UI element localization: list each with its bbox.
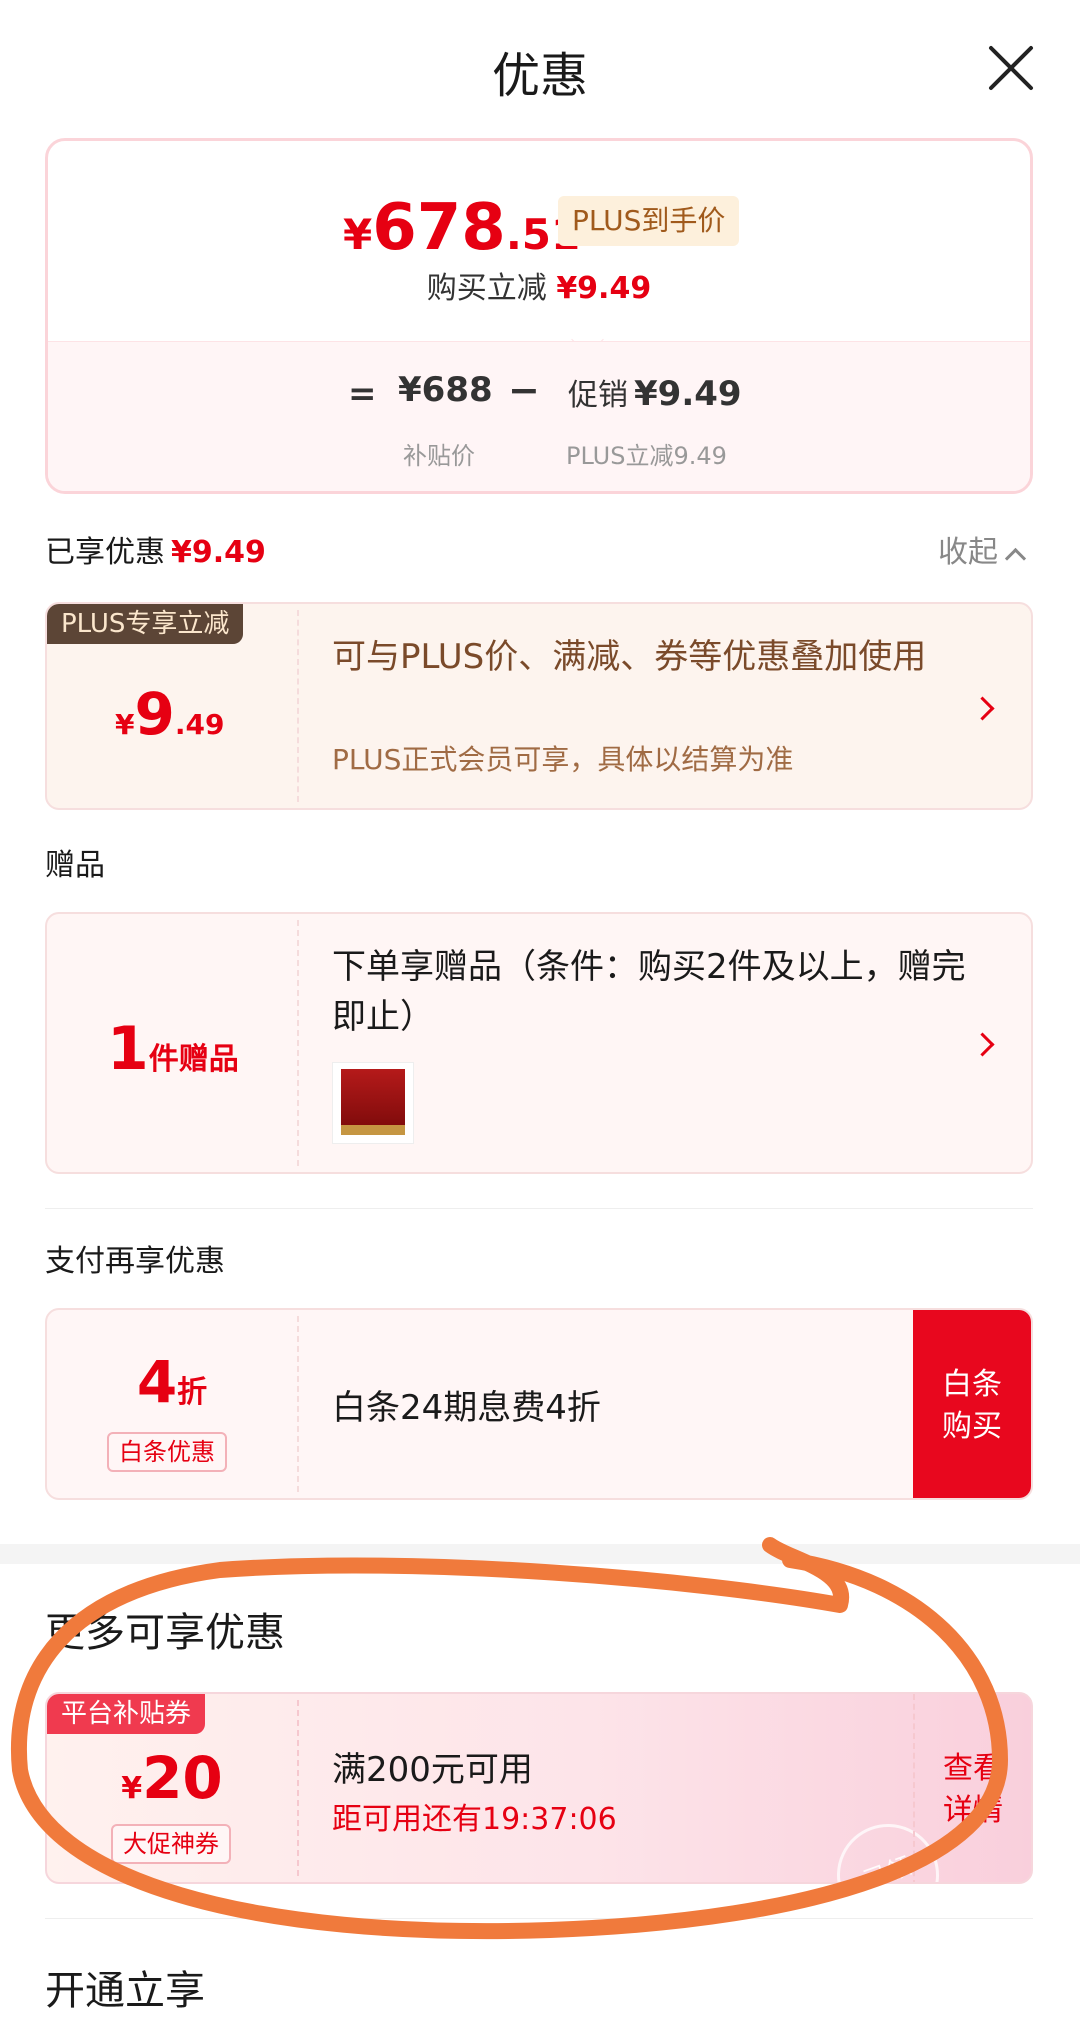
plus-badge: PLUS专享立减 <box>47 604 244 644</box>
platform-coupon-card[interactable]: 平台补贴券 ¥20 大促神券 满200元可用 距可用还有19:37:06 已领 … <box>45 1692 1033 1884</box>
chevron-right-icon <box>970 696 995 721</box>
section-separator <box>45 1208 1033 1209</box>
chevron-right-icon <box>970 1032 995 1057</box>
payment-offer-card: 4折 白条优惠 白条24期息费4折 白条 购买 <box>45 1308 1033 1500</box>
plus-offer-amount: ¥9.49 <box>115 680 225 748</box>
gift-card[interactable]: 1件赠品 下单享赠品（条件：购买2件及以上，赠完即止） <box>45 912 1033 1174</box>
section-gap <box>0 1544 1080 1564</box>
gift-thumbnail[interactable] <box>332 1062 414 1144</box>
minus-sign: − <box>508 368 540 412</box>
coupon-badge: 平台补贴券 <box>47 1694 206 1734</box>
view-details-button[interactable]: 查看 详情 <box>913 1694 1031 1882</box>
card-divider <box>297 610 299 802</box>
plus-offer-card[interactable]: PLUS专享立减 ¥9.49 可与PLUS价、满减、券等优惠叠加使用 PLUS正… <box>45 602 1033 810</box>
promo-sub-label: PLUS立减9.49 <box>566 442 727 470</box>
more-offers-title: 更多可享优惠 <box>45 1610 285 1656</box>
gift-count: 1件赠品 <box>107 1014 239 1084</box>
gift-box-band <box>341 1125 405 1135</box>
promo-sheet: 优惠 ¥678.51 PLUS到手价 购买立减 ¥9.49 = ¥688 − 促… <box>0 0 1080 2041</box>
price-summary-top: ¥678.51 PLUS到手价 购买立减 ¥9.49 <box>48 141 1030 341</box>
final-price: ¥678.51 <box>343 191 581 265</box>
price-summary-card: ¥678.51 PLUS到手价 购买立减 ¥9.49 = ¥688 − 促销 ¥9… <box>45 138 1033 494</box>
enjoyed-offers-label: 已享优惠 ¥9.49 <box>45 535 266 570</box>
coupon-amount: ¥20 <box>121 1744 223 1812</box>
section-separator <box>45 1918 1033 1919</box>
payment-description: 白条24期息费4折 <box>332 1388 601 1428</box>
payment-discount: 4折 <box>136 1348 208 1416</box>
coupon-type-tag: 大促神券 <box>111 1824 231 1864</box>
reduce-line: 购买立减 ¥9.49 <box>426 271 652 306</box>
plus-price-tag: PLUS到手价 <box>558 196 740 246</box>
price-breakdown: = ¥688 − 促销 ¥9.49 补贴价 PLUS立减9.49 <box>48 341 1030 491</box>
gift-box-image <box>341 1069 405 1133</box>
sheet-title: 优惠 <box>491 48 588 104</box>
coupon-countdown: 距可用还有19:37:06 <box>332 1802 617 1837</box>
open-membership-title: 开通立享 <box>45 1968 205 2014</box>
baitiao-tag: 白条优惠 <box>107 1432 227 1472</box>
equals-sign: = <box>348 374 377 414</box>
gift-description: 下单享赠品（条件：购买2件及以上，赠完即止） <box>332 947 966 1037</box>
card-divider <box>297 1316 299 1492</box>
card-divider <box>297 1700 299 1876</box>
gift-section-label: 赠品 <box>45 848 105 883</box>
card-divider <box>297 920 299 1166</box>
promo-value: 促销 ¥9.49 <box>568 374 742 414</box>
baitiao-buy-button[interactable]: 白条 购买 <box>913 1310 1031 1498</box>
plus-offer-note: PLUS正式会员可享，具体以结算为准 <box>332 743 794 776</box>
base-price: ¥688 <box>398 370 493 410</box>
chevron-up-icon <box>1004 547 1027 570</box>
close-icon[interactable] <box>985 42 1037 94</box>
plus-offer-description: 可与PLUS价、满减、券等优惠叠加使用 <box>332 637 927 677</box>
coupon-condition: 满200元可用 <box>332 1750 533 1790</box>
collapse-button[interactable]: 收起 <box>938 527 1027 571</box>
payment-section-label: 支付再享优惠 <box>45 1244 225 1279</box>
base-price-label: 补贴价 <box>403 442 475 470</box>
